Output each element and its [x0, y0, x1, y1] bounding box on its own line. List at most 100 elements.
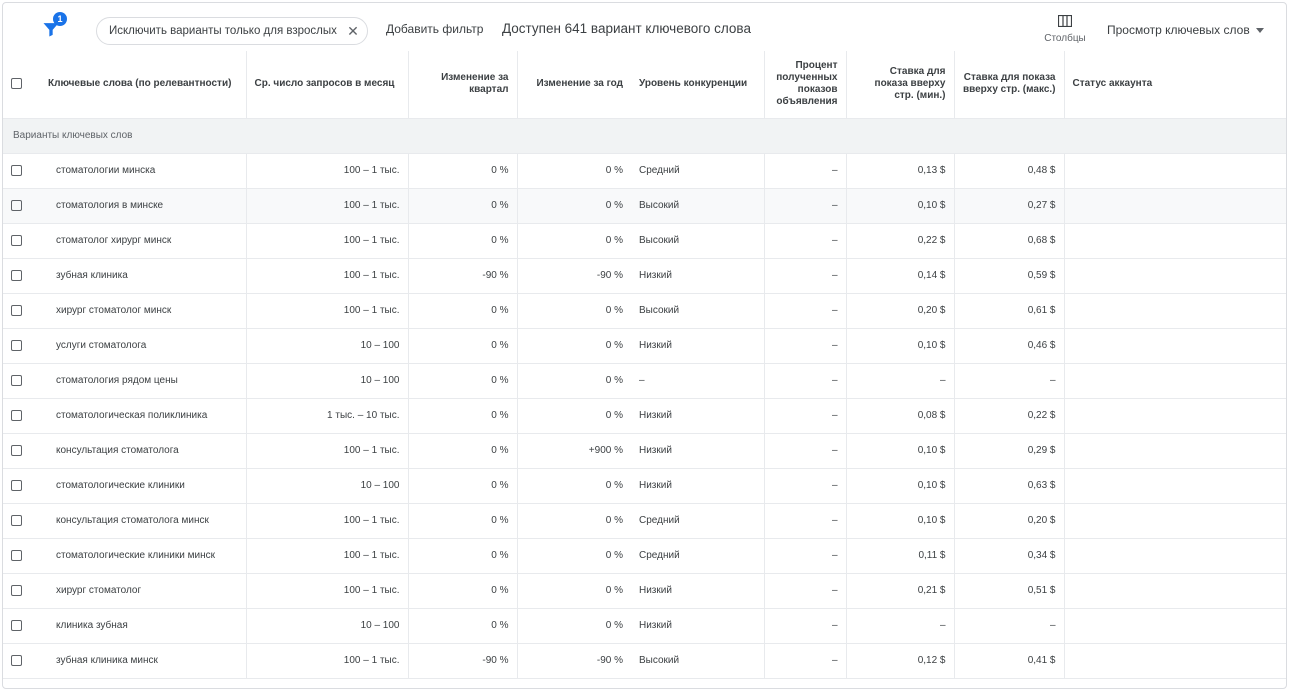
row-checkbox[interactable] [11, 199, 22, 211]
row-checkbox-cell [3, 503, 48, 539]
keyword-cell: зубная клиника минск [48, 643, 246, 679]
bid-low-cell: 0,12 $ [845, 643, 954, 679]
row-checkbox[interactable] [11, 304, 22, 316]
adult-filter-chip[interactable]: Исключить варианты только для взрослых ✕ [96, 17, 368, 45]
bid-low-cell: 0,10 $ [845, 468, 954, 504]
row-checkbox-cell [3, 398, 48, 434]
row-checkbox[interactable] [11, 339, 22, 351]
bid-high-cell: 0,27 $ [953, 188, 1064, 224]
col-account-status[interactable]: Статус аккаунта [1063, 51, 1286, 119]
row-checkbox[interactable] [11, 444, 22, 456]
filter-button[interactable]: 1 [39, 12, 67, 39]
row-checkbox-cell [3, 573, 48, 609]
bid-high-cell: 0,29 $ [953, 433, 1064, 469]
impression-share-cell: – [763, 573, 846, 609]
view-keywords-dropdown[interactable]: Просмотр ключевых слов [1107, 23, 1264, 37]
bid-low-cell: 0,20 $ [845, 293, 954, 329]
row-checkbox-cell [3, 153, 48, 189]
table-row[interactable]: клиника зубная 10 – 100 0 % 0 % Низкий – – – [3, 608, 1286, 644]
table-row[interactable]: стоматологическая поликлиника 1 тыс. – 10… [3, 398, 1286, 434]
bid-low-cell: – [845, 608, 954, 644]
table-row[interactable]: стоматология рядом цены 10 – 100 0 % 0 % – – –… [3, 363, 1286, 399]
account-status-cell [1063, 363, 1286, 399]
keyword-cell: хирург стоматолог [48, 573, 246, 609]
avg-searches-cell: 10 – 100 [245, 363, 408, 399]
competition-cell: Низкий [631, 398, 764, 434]
table-row[interactable]: консультация стоматолога 100 – 1 тыс. 0 % +… [3, 433, 1286, 469]
row-checkbox[interactable] [11, 374, 22, 386]
col-competition[interactable]: Уровень конкуренции [631, 51, 764, 119]
col-impression-share[interactable]: Процент полученных показов объявления [763, 51, 846, 119]
keyword-table: Ключевые слова (по релевантности) Ср. чи… [3, 51, 1286, 679]
row-checkbox[interactable] [11, 549, 22, 561]
table-row[interactable]: стоматологические клиники 10 – 100 0 % 0 % Н… [3, 468, 1286, 504]
table-row[interactable]: консультация стоматолога минск 100 – 1 ты… [3, 503, 1286, 539]
bid-high-cell: 0,46 $ [953, 328, 1064, 364]
keyword-cell: клиника зубная [48, 608, 246, 644]
bid-high-cell: 0,41 $ [953, 643, 1064, 679]
account-status-cell [1063, 573, 1286, 609]
bid-low-cell: – [845, 363, 954, 399]
row-checkbox[interactable] [11, 234, 22, 246]
avg-searches-cell: 10 – 100 [245, 468, 408, 504]
table-row[interactable]: стоматология в минске 100 – 1 тыс. 0 % 0 % В… [3, 188, 1286, 224]
table-row[interactable]: зубная клиника минск 100 – 1 тыс. -90 % -90… [3, 643, 1286, 679]
row-checkbox-cell [3, 258, 48, 294]
change-year-cell: 0 % [516, 328, 631, 364]
table-row[interactable]: хирург стоматолог минск 100 – 1 тыс. 0 % 0 … [3, 293, 1286, 329]
columns-button[interactable]: Столбцы [1042, 15, 1088, 44]
select-all-checkbox[interactable] [11, 78, 22, 90]
avg-searches-cell: 100 – 1 тыс. [245, 258, 408, 294]
keyword-cell: стоматологии минска [48, 153, 246, 189]
account-status-cell [1063, 608, 1286, 644]
change-quarter-cell: 0 % [407, 188, 517, 224]
col-bid-high[interactable]: Ставка для показа вверху стр. (макс.) [953, 51, 1064, 119]
row-checkbox[interactable] [11, 409, 22, 421]
account-status-cell [1063, 398, 1286, 434]
competition-cell: Высокий [631, 188, 764, 224]
table-row[interactable]: услуги стоматолога 10 – 100 0 % 0 % Низкий –0… [3, 328, 1286, 364]
keyword-cell: хирург стоматолог минск [48, 293, 246, 329]
impression-share-cell: – [763, 643, 846, 679]
change-quarter-cell: 0 % [407, 398, 517, 434]
table-row[interactable]: зубная клиника 100 – 1 тыс. -90 % -90 % Низк… [3, 258, 1286, 294]
row-checkbox[interactable] [11, 654, 22, 666]
bid-low-cell: 0,08 $ [845, 398, 954, 434]
col-change-year[interactable]: Изменение за год [516, 51, 631, 119]
row-checkbox[interactable] [11, 164, 22, 176]
select-all-cell [3, 51, 48, 119]
bid-low-cell: 0,13 $ [845, 153, 954, 189]
table-row[interactable]: хирург стоматолог 100 – 1 тыс. 0 % 0 % Низки… [3, 573, 1286, 609]
bid-high-cell: 0,20 $ [953, 503, 1064, 539]
change-quarter-cell: 0 % [407, 328, 517, 364]
keyword-cell: консультация стоматолога [48, 433, 246, 469]
row-checkbox[interactable] [11, 514, 22, 526]
account-status-cell [1063, 153, 1286, 189]
impression-share-cell: – [763, 608, 846, 644]
avg-searches-cell: 10 – 100 [245, 608, 408, 644]
impression-share-cell: – [763, 328, 846, 364]
row-checkbox[interactable] [11, 269, 22, 281]
col-keyword[interactable]: Ключевые слова (по релевантности) [48, 51, 246, 119]
avg-searches-cell: 10 – 100 [245, 328, 408, 364]
table-row[interactable]: стоматолог хирург минск 100 – 1 тыс. 0 % 0 … [3, 223, 1286, 259]
change-year-cell: 0 % [516, 223, 631, 259]
add-filter-button[interactable]: Добавить фильтр [386, 22, 483, 36]
row-checkbox[interactable] [11, 619, 22, 631]
close-icon[interactable]: ✕ [347, 18, 359, 44]
bid-high-cell: 0,59 $ [953, 258, 1064, 294]
bid-high-cell: – [953, 608, 1064, 644]
col-bid-low[interactable]: Ставка для показа вверху стр. (мин.) [845, 51, 954, 119]
table-row[interactable]: стоматологические клиники минск 100 – 1 т… [3, 538, 1286, 574]
avg-searches-cell: 100 – 1 тыс. [245, 573, 408, 609]
row-checkbox[interactable] [11, 584, 22, 596]
col-avg-searches[interactable]: Ср. число запросов в месяц [245, 51, 408, 119]
row-checkbox-cell [3, 468, 48, 504]
bid-high-cell: 0,61 $ [953, 293, 1064, 329]
bid-high-cell: 0,63 $ [953, 468, 1064, 504]
table-row[interactable]: стоматологии минска 100 – 1 тыс. 0 % 0 % Сре… [3, 153, 1286, 189]
col-change-quarter[interactable]: Изменение за квартал [407, 51, 517, 119]
change-year-cell: 0 % [516, 468, 631, 504]
row-checkbox[interactable] [11, 479, 22, 491]
row-checkbox-cell [3, 188, 48, 224]
